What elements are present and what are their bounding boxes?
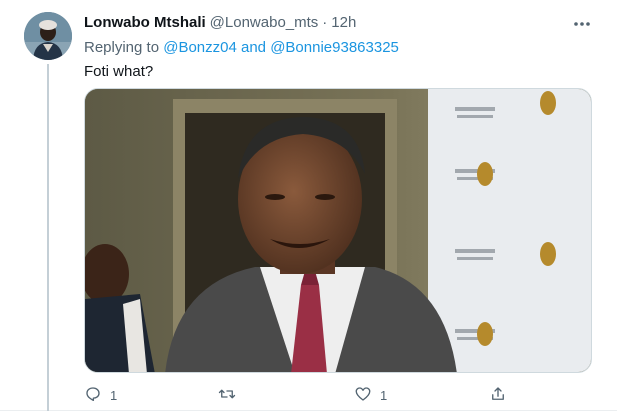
like-count: 1: [380, 387, 388, 403]
tweet-header: Lonwabo Mtshali @Lonwabo_mts · 12h: [84, 14, 356, 34]
retweet-button[interactable]: [218, 385, 244, 405]
share-button[interactable]: [489, 385, 515, 405]
more-dots-icon[interactable]: [571, 14, 593, 34]
author-handle[interactable]: @Lonwabo_mts: [210, 14, 319, 31]
tweet-actions: 1 1: [84, 385, 592, 405]
reply-count: 1: [110, 387, 118, 403]
thread-line: [47, 64, 49, 411]
retweet-icon: [218, 385, 236, 406]
like-button[interactable]: 1: [354, 385, 387, 405]
replying-to: Replying to @Bonzz04 and @Bonnie93863325: [84, 39, 399, 56]
separator-dot: ·: [322, 14, 328, 31]
mention-joiner[interactable]: and: [241, 39, 266, 56]
reply-icon: [84, 385, 102, 406]
mention-link-1[interactable]: @Bonzz04: [163, 39, 237, 56]
avatar[interactable]: [24, 12, 72, 60]
reply-button[interactable]: 1: [84, 385, 117, 405]
tweet-text: Foti what?: [84, 63, 154, 80]
author-name[interactable]: Lonwabo Mtshali: [84, 14, 206, 31]
tweet-photo[interactable]: [84, 88, 592, 373]
mention-link-2[interactable]: @Bonnie93863325: [270, 39, 399, 56]
like-icon: [354, 385, 372, 406]
replying-prefix: Replying to: [84, 39, 160, 56]
tweet-card[interactable]: Lonwabo Mtshali @Lonwabo_mts · 12h Reply…: [0, 0, 617, 411]
share-icon: [489, 385, 507, 406]
timestamp[interactable]: 12h: [331, 14, 356, 31]
